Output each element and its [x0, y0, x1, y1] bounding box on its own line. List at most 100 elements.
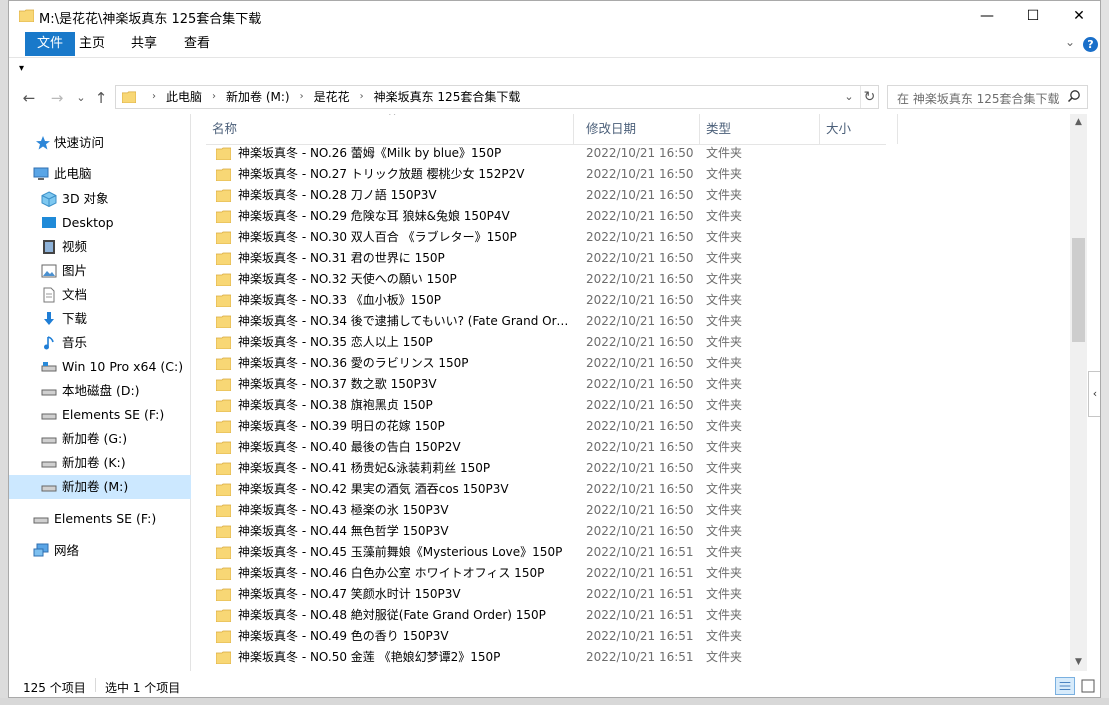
breadcrumb-folder-parent[interactable]: 是花花: [314, 86, 350, 108]
tab-home[interactable]: 主页: [67, 32, 117, 56]
chevron-right-icon[interactable]: ›: [360, 86, 364, 108]
table-row[interactable]: 神楽坂真冬 - NO.46 白色办公室 ホワイトオフィス 150P 2022/10…: [192, 563, 892, 584]
scroll-down-button[interactable]: ▼: [1070, 654, 1087, 671]
file-name[interactable]: 神楽坂真冬 - NO.30 双人百合 《ラブレター》150P: [238, 227, 574, 248]
maximize-button[interactable]: ☐: [1010, 1, 1056, 31]
table-row[interactable]: 神楽坂真冬 - NO.26 蕾姆《Milk by blue》150P 2022/1…: [192, 143, 892, 164]
column-header-size[interactable]: 大小: [820, 114, 898, 144]
up-button[interactable]: ↑: [91, 88, 111, 108]
search-box[interactable]: 在 神楽坂真东 125套合集下载 中搜索: [887, 85, 1088, 109]
breadcrumb-current-folder[interactable]: 神楽坂真东 125套合集下载: [374, 86, 521, 108]
file-name[interactable]: 神楽坂真冬 - NO.49 色の香り 150P3V: [238, 626, 574, 647]
large-icons-view-icon[interactable]: [1079, 677, 1097, 695]
table-row[interactable]: 神楽坂真冬 - NO.32 天使への願い 150P 2022/10/21 16:5…: [192, 269, 892, 290]
file-name[interactable]: 神楽坂真冬 - NO.50 金莲 《艳娘幻梦谭2》150P: [238, 647, 574, 668]
nav-music[interactable]: 音乐: [9, 331, 191, 355]
title-bar[interactable]: M:\是花花\神楽坂真东 125套合集下载 — ☐ ✕: [9, 1, 1100, 31]
nav-drive-f-removable[interactable]: Elements SE (F:): [9, 507, 191, 531]
file-name[interactable]: 神楽坂真冬 - NO.34 後で逮捕してもいい? (Fate Grand Ord…: [238, 311, 574, 332]
table-row[interactable]: 神楽坂真冬 - NO.29 危険な耳 狼妹&兔娘 150P4V 2022/10/2…: [192, 206, 892, 227]
file-name[interactable]: 神楽坂真冬 - NO.33 《血小板》150P: [238, 290, 574, 311]
file-name[interactable]: 神楽坂真冬 - NO.36 愛のラビリンス 150P: [238, 353, 574, 374]
nav-downloads[interactable]: 下载: [9, 307, 191, 331]
nav-drive-k[interactable]: 新加卷 (K:): [9, 451, 191, 475]
column-header-date[interactable]: 修改日期: [580, 114, 700, 144]
help-icon[interactable]: ?: [1083, 37, 1098, 52]
table-row[interactable]: 神楽坂真冬 - NO.45 玉藻前舞娘《Mysterious Love》150P…: [192, 542, 892, 563]
nav-documents[interactable]: 文档: [9, 283, 191, 307]
table-row[interactable]: 神楽坂真冬 - NO.36 愛のラビリンス 150P 2022/10/21 16:…: [192, 353, 892, 374]
file-name[interactable]: 神楽坂真冬 - NO.47 笑颜水时计 150P3V: [238, 584, 574, 605]
customize-toolbar-icon[interactable]: ▾: [19, 63, 24, 74]
table-row[interactable]: 神楽坂真冬 - NO.41 杨贵妃&泳装莉莉丝 150P 2022/10/21 1…: [192, 458, 892, 479]
file-name[interactable]: 神楽坂真冬 - NO.28 刀ノ語 150P3V: [238, 185, 574, 206]
back-button[interactable]: ←: [19, 88, 39, 108]
file-name[interactable]: 神楽坂真冬 - NO.29 危険な耳 狼妹&兔娘 150P4V: [238, 206, 574, 227]
column-header-type[interactable]: 类型: [700, 114, 820, 144]
file-name[interactable]: 神楽坂真冬 - NO.31 君の世界に 150P: [238, 248, 574, 269]
address-dropdown-button[interactable]: ⌄: [840, 86, 858, 108]
file-name[interactable]: 神楽坂真冬 - NO.37 数之歌 150P3V: [238, 374, 574, 395]
table-row[interactable]: 神楽坂真冬 - NO.27 トリック放題 樱桃少女 152P2V 2022/10/…: [192, 164, 892, 185]
file-name[interactable]: 神楽坂真冬 - NO.39 明日の花嫁 150P: [238, 416, 574, 437]
file-name[interactable]: 神楽坂真冬 - NO.38 旗袍黑贞 150P: [238, 395, 574, 416]
nav-drive-m[interactable]: 新加卷 (M:): [9, 475, 191, 499]
table-row[interactable]: 神楽坂真冬 - NO.33 《血小板》150P 2022/10/21 16:50 文…: [192, 290, 892, 311]
close-button[interactable]: ✕: [1056, 1, 1100, 31]
nav-pictures[interactable]: 图片: [9, 259, 191, 283]
nav-desktop[interactable]: Desktop: [9, 211, 191, 235]
file-name[interactable]: 神楽坂真冬 - NO.46 白色办公室 ホワイトオフィス 150P: [238, 563, 574, 584]
nav-drive-f[interactable]: Elements SE (F:): [9, 403, 191, 427]
file-name[interactable]: 神楽坂真冬 - NO.32 天使への願い 150P: [238, 269, 574, 290]
table-row[interactable]: 神楽坂真冬 - NO.35 恋人以上 150P 2022/10/21 16:50 文…: [192, 332, 892, 353]
table-row[interactable]: 神楽坂真冬 - NO.30 双人百合 《ラブレター》150P 2022/10/21…: [192, 227, 892, 248]
table-row[interactable]: 神楽坂真冬 - NO.37 数之歌 150P3V 2022/10/21 16:50…: [192, 374, 892, 395]
table-row[interactable]: 神楽坂真冬 - NO.38 旗袍黑贞 150P 2022/10/21 16:50 文…: [192, 395, 892, 416]
nav-videos[interactable]: 视频: [9, 235, 191, 259]
table-row[interactable]: 神楽坂真冬 - NO.28 刀ノ語 150P3V 2022/10/21 16:50…: [192, 185, 892, 206]
table-row[interactable]: 神楽坂真冬 - NO.43 極楽の氷 150P3V 2022/10/21 16:5…: [192, 500, 892, 521]
details-view-icon[interactable]: [1055, 677, 1075, 695]
file-name[interactable]: 神楽坂真冬 - NO.44 無色哲学 150P3V: [238, 521, 574, 542]
table-row[interactable]: 神楽坂真冬 - NO.48 絶対服従(Fate Grand Order) 150…: [192, 605, 892, 626]
table-row[interactable]: 神楽坂真冬 - NO.31 君の世界に 150P 2022/10/21 16:50…: [192, 248, 892, 269]
refresh-button[interactable]: ↻: [860, 86, 878, 108]
table-row[interactable]: 神楽坂真冬 - NO.42 果実の酒気 酒吞cos 150P3V 2022/10/…: [192, 479, 892, 500]
nav-this-pc[interactable]: 此电脑: [9, 162, 191, 186]
file-name[interactable]: 神楽坂真冬 - NO.45 玉藻前舞娘《Mysterious Love》150P: [238, 542, 574, 563]
file-name[interactable]: 神楽坂真冬 - NO.27 トリック放題 樱桃少女 152P2V: [238, 164, 574, 185]
file-name[interactable]: 神楽坂真冬 - NO.35 恋人以上 150P: [238, 332, 574, 353]
tab-view[interactable]: 查看: [172, 32, 222, 56]
nav-3d-objects[interactable]: 3D 对象: [9, 187, 191, 211]
chevron-right-icon[interactable]: ›: [300, 86, 304, 108]
file-name[interactable]: 神楽坂真冬 - NO.48 絶対服従(Fate Grand Order) 150…: [238, 605, 574, 626]
file-name[interactable]: 神楽坂真冬 - NO.40 最後の告白 150P2V: [238, 437, 574, 458]
file-name[interactable]: 神楽坂真冬 - NO.41 杨贵妃&泳装莉莉丝 150P: [238, 458, 574, 479]
table-row[interactable]: 神楽坂真冬 - NO.50 金莲 《艳娘幻梦谭2》150P 2022/10/21 …: [192, 647, 892, 668]
search-input[interactable]: 在 神楽坂真东 125套合集下载 中搜索: [897, 90, 1062, 107]
column-header-name[interactable]: 名称: [206, 114, 574, 144]
nav-network[interactable]: 网络: [9, 539, 191, 563]
table-row[interactable]: 神楽坂真冬 - NO.49 色の香り 150P3V 2022/10/21 16:5…: [192, 626, 892, 647]
minimize-button[interactable]: —: [964, 1, 1010, 31]
file-name[interactable]: 神楽坂真冬 - NO.42 果実の酒気 酒吞cos 150P3V: [238, 479, 574, 500]
scrollbar-thumb[interactable]: [1072, 238, 1085, 342]
chevron-right-icon[interactable]: ›: [212, 86, 216, 108]
search-icon[interactable]: [1067, 89, 1081, 103]
table-row[interactable]: 神楽坂真冬 - NO.44 無色哲学 150P3V 2022/10/21 16:5…: [192, 521, 892, 542]
nav-drive-c[interactable]: Win 10 Pro x64 (C:): [9, 355, 191, 379]
nav-drive-d[interactable]: 本地磁盘 (D:): [9, 379, 191, 403]
table-row[interactable]: 神楽坂真冬 - NO.39 明日の花嫁 150P 2022/10/21 16:50…: [192, 416, 892, 437]
expand-ribbon-icon[interactable]: ⌄: [1065, 35, 1075, 49]
scroll-up-button[interactable]: ▲: [1070, 114, 1087, 131]
address-bar[interactable]: › 此电脑 › 新加卷 (M:) › 是花花 › 神楽坂真东 125套合集下载 …: [115, 85, 879, 109]
breadcrumb-this-pc[interactable]: 此电脑: [166, 86, 202, 108]
nav-drive-g[interactable]: 新加卷 (G:): [9, 427, 191, 451]
preview-pane-toggle[interactable]: ‹: [1088, 371, 1100, 417]
recent-locations-button[interactable]: ⌄: [71, 88, 91, 108]
file-name[interactable]: 神楽坂真冬 - NO.26 蕾姆《Milk by blue》150P: [238, 143, 574, 164]
forward-button[interactable]: →: [47, 88, 67, 108]
table-row[interactable]: 神楽坂真冬 - NO.47 笑颜水时计 150P3V 2022/10/21 16:…: [192, 584, 892, 605]
tab-share[interactable]: 共享: [119, 32, 169, 56]
breadcrumb-drive-m[interactable]: 新加卷 (M:): [226, 86, 290, 108]
